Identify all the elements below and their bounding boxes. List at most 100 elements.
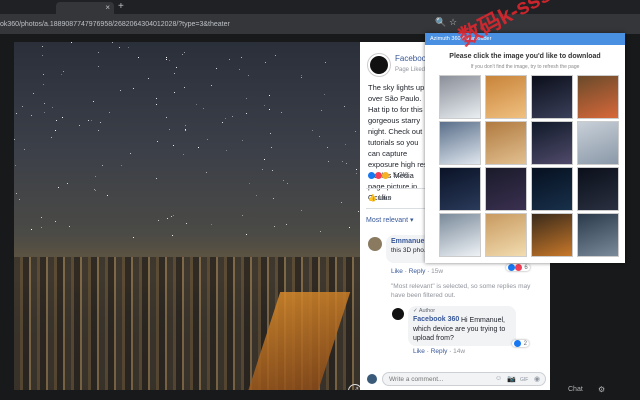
reply-actions: Like · Reply · 14w [413,348,466,355]
star [320,231,321,232]
download-thumbnail[interactable] [485,213,527,257]
emoji-icon[interactable]: ☺ [495,375,502,382]
download-thumbnail[interactable] [485,121,527,165]
star [241,57,242,58]
star [169,60,170,61]
star [93,101,94,102]
comment-reaction-count[interactable]: 6 [506,264,530,272]
like-reaction-icon [514,340,521,347]
star [184,52,185,53]
close-tab-icon[interactable]: × [105,3,110,12]
star [31,229,32,230]
download-thumbnail[interactable] [531,213,573,257]
download-thumbnail[interactable] [531,75,573,119]
star [169,129,170,130]
star [109,112,110,113]
star [239,69,240,70]
download-thumbnail[interactable] [531,167,573,211]
star [55,130,56,131]
star [95,190,96,191]
chat-label[interactable]: Chat [568,386,583,393]
star [42,55,43,56]
star [79,125,80,126]
star [67,183,68,184]
star [246,113,247,114]
sticker-icon[interactable]: ◉ [534,375,540,383]
star [281,112,282,113]
download-thumbnail[interactable] [439,213,481,257]
star [44,103,45,104]
page-liked-label: Page Liked [395,67,426,73]
star [341,202,342,203]
star [121,165,122,166]
like-reaction-icon [368,172,375,179]
download-thumbnail[interactable] [577,213,619,257]
star [355,131,356,132]
commenter-name[interactable]: Emmanuel [391,238,426,245]
star [71,42,72,43]
star [102,165,103,166]
star [301,77,302,78]
reaction-count: 5.2K [392,172,408,180]
url-field[interactable]: ok360/photos/a.1889087747976958/26820643… [0,18,430,31]
star [342,161,343,162]
download-thumbnail[interactable] [577,75,619,119]
camera-icon[interactable]: 📷 [507,375,516,383]
like-reaction-icon [508,264,515,271]
star [271,147,272,148]
download-thumbnail[interactable] [439,121,481,165]
download-thumbnail[interactable] [577,121,619,165]
most-relevant-dropdown[interactable]: Most relevant ▾ [366,216,413,224]
star [246,234,247,235]
reply-author-avatar[interactable] [392,308,404,320]
like-button[interactable]: 👍 Like [368,194,392,202]
download-thumbnail[interactable] [577,167,619,211]
star [16,193,17,194]
comment-input[interactable] [389,375,489,384]
download-thumbnail[interactable] [439,167,481,211]
commenter-avatar[interactable] [368,237,382,251]
download-thumbnail[interactable] [439,75,481,119]
star [98,66,99,67]
download-thumbnail[interactable] [485,75,527,119]
comment-reply-link[interactable]: Reply [409,268,426,275]
star [185,130,186,131]
new-tab-icon[interactable]: + [118,1,124,12]
star [301,210,302,211]
download-thumbnail[interactable] [531,121,573,165]
star [31,115,32,116]
star [346,163,347,164]
reply-like-link[interactable]: Like [413,348,425,355]
star [157,141,158,142]
star [22,106,23,107]
star [69,226,70,227]
star [301,75,302,76]
star [287,183,288,184]
reply-reply-link[interactable]: Reply [431,348,448,355]
star [43,74,44,75]
comment-composer[interactable]: ☺ 📷 GIF ◉ [382,372,546,386]
star [283,180,284,181]
star [196,104,197,105]
chat-settings-icon[interactable]: ⚙ [598,385,605,394]
gif-icon[interactable]: GIF [520,377,528,383]
star [262,169,263,170]
star [272,170,273,171]
star [100,122,101,123]
expand-icon[interactable]: ⤢ [348,384,360,390]
post-photo[interactable]: ⤢ [14,42,360,390]
star [356,169,357,170]
reaction-summary[interactable]: 5.2K [368,172,407,179]
star [43,84,44,85]
zoom-icon[interactable]: 🔍 [435,17,446,28]
reply-reaction-count[interactable]: 2 [512,340,530,348]
star [16,113,17,114]
star [321,110,322,111]
browser-tab[interactable]: × [56,2,114,14]
star [44,112,45,113]
page-avatar[interactable] [368,54,390,76]
download-thumbnail[interactable] [485,167,527,211]
star [156,98,157,99]
star [275,55,276,56]
comment-like-link[interactable]: Like [391,268,403,275]
